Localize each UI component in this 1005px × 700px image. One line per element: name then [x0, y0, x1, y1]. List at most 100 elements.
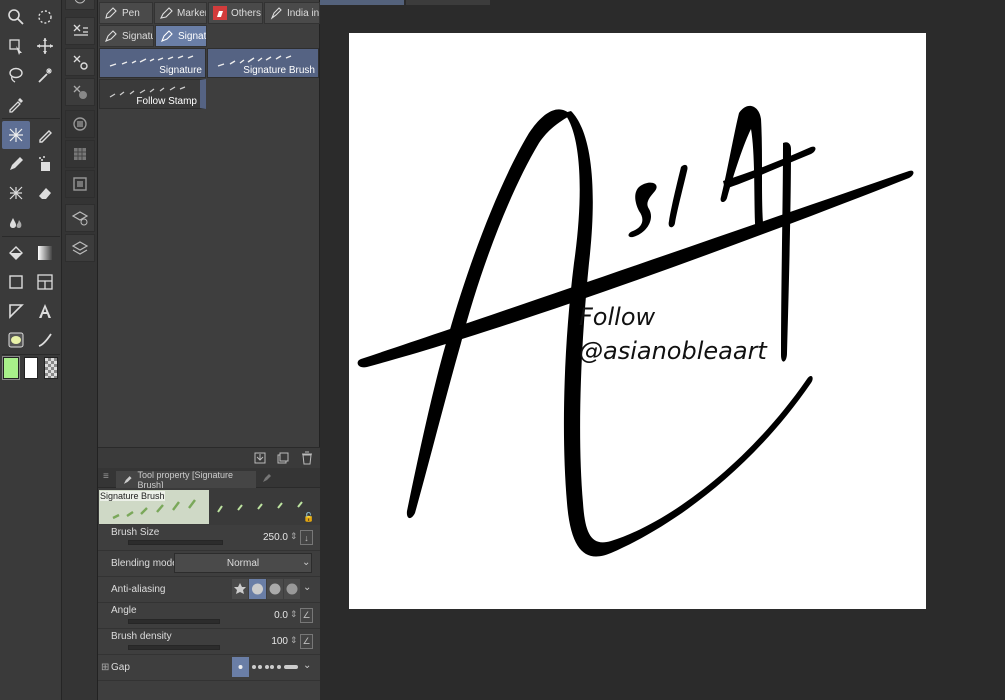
chevron-down-icon[interactable]: ⌄ [303, 660, 311, 671]
tab-label: Marker [177, 7, 207, 19]
move-icon[interactable] [31, 32, 59, 60]
brush-density-slider[interactable] [128, 645, 220, 650]
pressure-settings-icon[interactable]: ∠ [300, 634, 313, 649]
selection-icon[interactable] [31, 3, 59, 31]
zoom-icon[interactable] [2, 3, 30, 31]
tab-tool-property[interactable]: Tool property [Signature Brush] [116, 470, 256, 490]
blend-icon[interactable] [2, 208, 30, 236]
tool-property-tabbar: ≡ Tool property [Signature Brush] [98, 468, 320, 490]
angle-value[interactable]: 0.0 [248, 610, 288, 621]
figure-icon[interactable] [2, 268, 30, 296]
angle-row: Angle 0.0 ⇕ ∠ [98, 603, 320, 629]
brush-size-label: Brush Size [111, 527, 160, 538]
gap-label: Gap [111, 662, 130, 673]
pencil-icon[interactable] [2, 150, 30, 178]
correct-line-icon[interactable] [31, 326, 59, 354]
eyedropper-icon[interactable] [2, 90, 30, 118]
tab-label: Signatu [178, 30, 207, 42]
pen-tool-icon[interactable] [31, 121, 59, 149]
gap-size-options[interactable] [250, 657, 300, 677]
spinner-icon[interactable]: ⇕ [290, 635, 298, 646]
brush-signature-brush[interactable]: Signature Brush [207, 48, 319, 78]
layer-property-icon[interactable] [65, 204, 95, 232]
decoration-tool-icon[interactable] [2, 121, 30, 149]
blending-mode-select[interactable]: Normal [174, 553, 312, 573]
canvas-tab-active[interactable] [320, 0, 404, 5]
brush-signature[interactable]: Signature [99, 48, 206, 78]
text-icon[interactable] [31, 297, 59, 325]
tool-property-tab-icon [123, 475, 132, 484]
lock-icon[interactable]: 🔓 [303, 512, 314, 523]
aa-strong-option[interactable] [284, 579, 300, 599]
brush-preview-row: Signature Brush 🔓 [98, 488, 320, 525]
pressure-settings-icon[interactable]: ∠ [300, 608, 313, 623]
gap-row: ⊞ Gap ⌄ [98, 655, 320, 681]
tab-pen[interactable]: Pen [99, 2, 153, 24]
magic-wand-icon[interactable] [31, 61, 59, 89]
fill-icon[interactable] [2, 239, 30, 267]
chevron-down-icon[interactable]: ⌄ [303, 582, 311, 593]
tab-signature-2[interactable]: Signatu [155, 25, 207, 47]
tab-label: Pen [122, 7, 140, 19]
tool-property-panel: ≡ Tool property [Signature Brush] Signat… [98, 468, 320, 700]
aa-none-option[interactable] [232, 579, 248, 599]
spinner-icon[interactable]: ⇕ [290, 531, 298, 542]
tab-label: Signatu [122, 30, 154, 42]
duplicate-icon[interactable] [276, 451, 290, 465]
brush-size-value[interactable]: 250.0 [248, 532, 288, 543]
tab-others[interactable]: Others [208, 2, 263, 24]
menu-icon[interactable]: ≡ [103, 471, 109, 482]
tab-india-ink[interactable]: India in [264, 2, 320, 24]
spinner-icon[interactable]: ⇕ [290, 609, 298, 620]
angle-slider[interactable] [128, 619, 220, 624]
angle-label: Angle [111, 605, 137, 616]
brush-size-slider[interactable] [128, 540, 223, 545]
transparent-color-swatch[interactable] [44, 357, 58, 379]
import-icon[interactable] [253, 451, 267, 465]
gradient-icon[interactable] [31, 239, 59, 267]
color-set-icon[interactable] [65, 140, 95, 168]
tab-marker[interactable]: Marker [154, 2, 207, 24]
brush-follow-stamp[interactable]: Follow Stamp [99, 79, 206, 109]
signature-icon [105, 30, 117, 42]
decoration-icon[interactable] [2, 179, 30, 207]
frame-border-icon[interactable] [31, 268, 59, 296]
expand-icon[interactable]: ⊞ [101, 662, 109, 673]
navigator-icon[interactable] [65, 0, 95, 10]
signature-icon [161, 30, 173, 42]
eraser-icon[interactable] [31, 179, 59, 207]
download-icon[interactable]: ↓ [300, 530, 313, 545]
others-icon [213, 6, 227, 20]
balloon-icon[interactable] [2, 326, 30, 354]
aa-weak-option[interactable] [249, 579, 266, 599]
sub-color-swatch[interactable] [24, 357, 38, 379]
marker-icon [160, 7, 173, 19]
trash-icon[interactable] [300, 451, 314, 465]
brush-label: Signature Brush [243, 65, 315, 76]
tab-signature-1[interactable]: Signatu [99, 25, 154, 47]
brush-density-label: Brush density [111, 631, 172, 642]
tab-label: Others [231, 7, 262, 19]
tool-palette [0, 0, 62, 700]
operation-icon[interactable] [2, 32, 30, 60]
airbrush-icon[interactable] [31, 150, 59, 178]
lasso-icon[interactable] [2, 61, 30, 89]
ink-icon [270, 7, 282, 20]
brush-size-icon[interactable] [65, 78, 95, 106]
ruler-icon[interactable] [2, 297, 30, 325]
panel-icon-strip [62, 0, 98, 700]
chevron-down-icon: ⌄ [302, 557, 311, 568]
sub-tool-icon[interactable] [65, 17, 95, 45]
aa-medium-option[interactable] [267, 579, 283, 599]
canvas-tab[interactable] [406, 0, 490, 5]
main-color-swatch[interactable] [2, 356, 20, 380]
brush-preview-stroke [112, 499, 196, 520]
sub-tool-footer [98, 447, 320, 468]
color-wheel-icon[interactable] [65, 110, 95, 138]
brush-size-tab-icon[interactable] [261, 472, 273, 484]
intermediate-color-icon[interactable] [65, 170, 95, 198]
gap-none-option[interactable] [232, 657, 249, 677]
brush-density-value[interactable]: 100 [248, 636, 288, 647]
tool-property-icon[interactable] [65, 48, 95, 76]
layer-icon[interactable] [65, 234, 95, 262]
